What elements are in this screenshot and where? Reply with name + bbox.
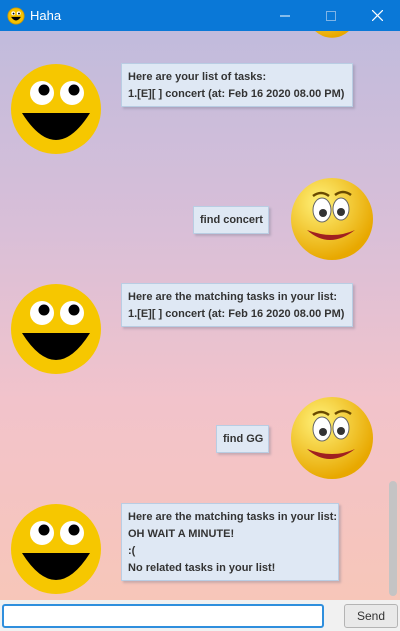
window-title: Haha bbox=[30, 8, 62, 23]
user-message-bubble: find GG bbox=[216, 425, 269, 453]
bot-message-bubble: Here are your list of tasks: 1.[E][ ] co… bbox=[121, 63, 353, 107]
bot-message-bubble: Here are the matching tasks in your list… bbox=[121, 503, 339, 581]
app-smiley-icon bbox=[7, 7, 25, 25]
title-bar: Haha bbox=[0, 0, 400, 31]
message-line: find GG bbox=[223, 433, 264, 445]
message-line: OH WAIT A MINUTE! bbox=[128, 528, 235, 540]
send-button[interactable]: Send bbox=[344, 604, 398, 628]
user-winking-smiley-icon bbox=[291, 397, 373, 479]
message-line: 1.[E][ ] concert (at: Feb 16 2020 08.00 … bbox=[128, 308, 345, 320]
input-bar: Send bbox=[0, 600, 400, 631]
chat-scrollbar[interactable] bbox=[386, 31, 400, 600]
minimize-icon bbox=[280, 15, 290, 16]
bot-laughing-smiley-icon bbox=[11, 284, 101, 374]
message-line: Here are your list of tasks: bbox=[128, 71, 267, 83]
minimize-button[interactable] bbox=[262, 0, 308, 31]
message-line: 1.[E][ ] concert (at: Feb 16 2020 08.00 … bbox=[128, 88, 345, 100]
user-winking-smiley-icon bbox=[315, 31, 349, 38]
message-line: :( bbox=[128, 545, 136, 557]
scroll-thumb[interactable] bbox=[389, 481, 397, 596]
close-button[interactable] bbox=[354, 0, 400, 31]
bot-laughing-smiley-icon bbox=[11, 64, 101, 154]
user-message-bubble: find concert bbox=[193, 206, 269, 234]
message-line: Here are the matching tasks in your list… bbox=[128, 291, 338, 303]
user-winking-smiley-icon bbox=[291, 178, 373, 260]
chat-area[interactable]: Here are your list of tasks: 1.[E][ ] co… bbox=[0, 31, 400, 600]
maximize-icon bbox=[326, 10, 336, 21]
bot-laughing-smiley-icon bbox=[11, 504, 101, 594]
message-input[interactable] bbox=[2, 604, 324, 628]
maximize-button[interactable] bbox=[308, 0, 354, 31]
message-line: No related tasks in your list! bbox=[128, 562, 276, 574]
message-line: Here are the matching tasks in your list… bbox=[128, 511, 338, 523]
bot-message-bubble: Here are the matching tasks in your list… bbox=[121, 283, 353, 327]
close-icon bbox=[371, 10, 383, 21]
message-line: find concert bbox=[200, 214, 263, 226]
